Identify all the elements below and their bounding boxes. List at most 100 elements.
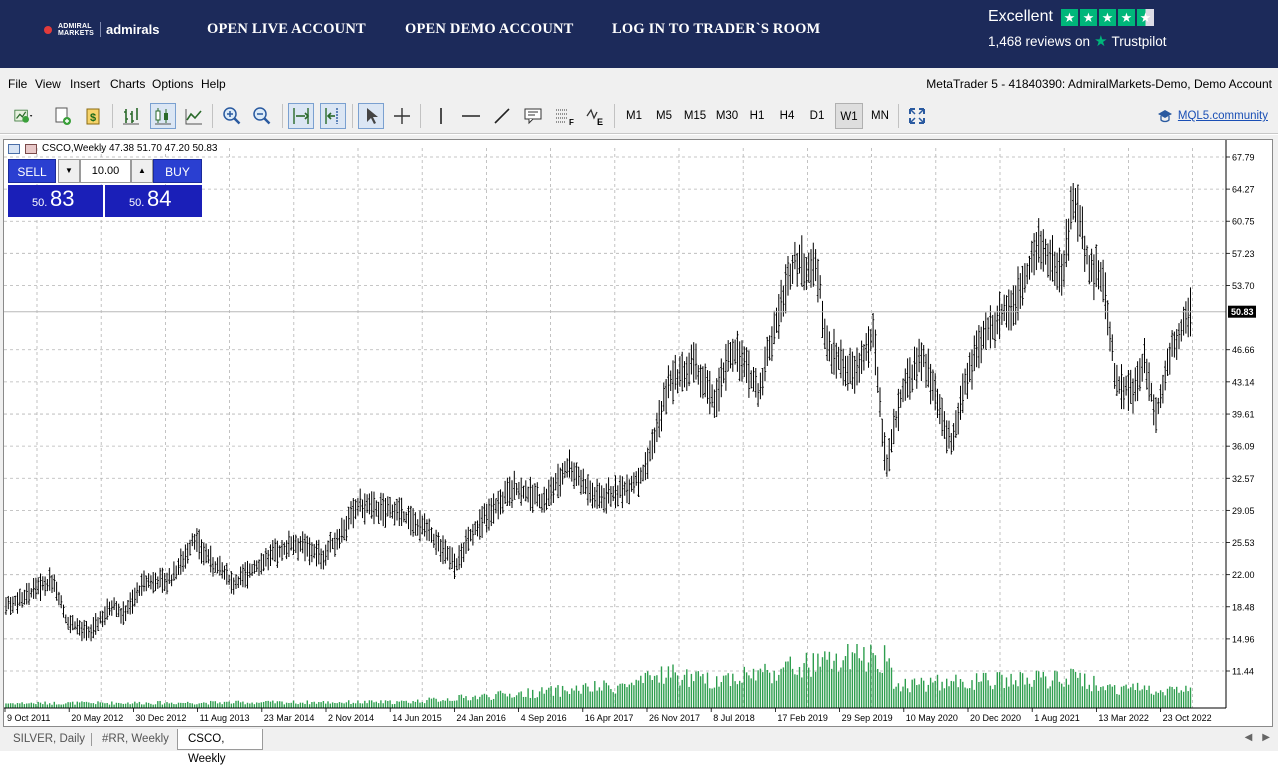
scroll-right-icon[interactable]: ▶ [1262,732,1270,743]
graduation-cap-icon [1157,110,1172,123]
chart-window: 67.79 64.27 60.75 57.23 53.70 46.66 43.14 39.61… [0,135,1278,729]
profiles-button[interactable] [50,103,76,129]
fibonacci-icon: F [556,109,574,126]
x-tick-label: 9 Oct 2011 [7,713,50,723]
y-tick-label: 43.14 [1232,377,1255,387]
y-tick-label: 29.05 [1232,506,1255,516]
candlestick-chart-button[interactable] [150,103,176,129]
x-tick-label: 26 Nov 2017 [649,713,700,723]
y-tick-label: 53.70 [1232,281,1255,291]
x-tick-label: 4 Sep 2016 [521,713,567,723]
y-tick-label: 36.09 [1232,442,1255,452]
timeframe-m30[interactable]: M30 [712,103,742,129]
menu-charts[interactable]: Charts [110,77,145,91]
auto-scroll-icon [293,108,310,124]
timeframe-h1[interactable]: H1 [744,103,770,129]
buy-button[interactable]: BUY [153,159,202,183]
menu-file[interactable]: File [8,77,27,91]
tab-rr-weekly[interactable]: #RR, Weekly [98,729,173,749]
volume-input[interactable]: 10.00 [80,159,131,183]
x-tick-label: 30 Dec 2012 [135,713,186,723]
x-tick-label: 13 Mar 2022 [1098,713,1149,723]
text-label-icon [524,108,542,125]
buy-price-small: 50. [129,197,145,209]
y-tick-label: 46.66 [1232,345,1255,355]
crosshair-tool-button[interactable] [389,103,415,129]
admirals-logo[interactable]: ADMIRAL MARKETS admirals [44,22,160,37]
x-tick-label: 16 Apr 2017 [585,713,634,723]
zoom-in-button[interactable] [219,103,245,129]
buy-price-button[interactable]: 50. 84 [105,185,202,217]
timeframe-h4[interactable]: H4 [774,103,800,129]
auto-scroll-button[interactable] [288,103,314,129]
open-demo-account-link[interactable]: OPEN DEMO ACCOUNT [405,21,574,38]
menu-options[interactable]: Options [152,77,193,91]
star-icon: ★ [1117,8,1135,26]
trustpilot-stars: ★ ★ ★ ★ ★ [1060,8,1154,26]
mql5-link-text: MQL5.community [1177,110,1268,122]
x-tick-label: 14 Jun 2015 [392,713,442,723]
account-info: MetaTrader 5 - 41840390: AdmiralMarkets-… [926,77,1272,91]
sell-price-button[interactable]: 50. 83 [8,185,103,217]
y-tick-label: 25.53 [1232,538,1255,548]
trustpilot-widget[interactable]: Excellent ★ ★ ★ ★ ★ 1,468 reviews on ★ T… [988,7,1178,50]
current-price-label: 50.83 [1231,307,1254,317]
timeframe-d1[interactable]: D1 [804,103,830,129]
trendline-button[interactable] [489,103,515,129]
timeframe-mn[interactable]: MN [866,103,894,129]
logo-brand: admirals [100,22,160,37]
x-tick-label: 17 Feb 2019 [777,713,828,723]
open-live-account-link[interactable]: OPEN LIVE ACCOUNT [207,21,366,38]
trustpilot-brand: Trustpilot [1111,33,1167,49]
menu-insert[interactable]: Insert [70,77,100,91]
text-label-button[interactable] [520,103,546,129]
tab-csco-weekly[interactable]: CSCO, Weekly [177,729,263,765]
candlestick-icon [155,108,171,125]
timeframe-m5[interactable]: M5 [650,103,678,129]
login-traders-room-link[interactable]: LOG IN TO TRADER`S ROOM [612,21,820,38]
toolbar-separator [212,104,213,128]
chart-shift-icon [325,108,338,124]
zoom-in-icon [223,107,241,125]
toolbar-separator [898,104,899,128]
market-watch-button[interactable]: $ [80,103,106,129]
new-chart-button[interactable] [6,103,42,129]
cursor-tool-button[interactable] [358,103,384,129]
toolbar-separator [112,104,113,128]
timeframe-w1[interactable]: W1 [835,103,863,129]
fibonacci-button[interactable]: F [551,103,577,129]
tab-silver-daily[interactable]: SILVER, Daily [9,729,89,749]
x-tick-label: 23 Mar 2014 [264,713,315,723]
price-chart-svg[interactable]: 67.79 64.27 60.75 57.23 53.70 46.66 43.14 39.61… [4,140,1272,726]
toolbar-separator [420,104,421,128]
line-chart-button[interactable] [181,103,207,129]
volume-increase-button[interactable]: ▲ [131,159,153,183]
zoom-out-button[interactable] [249,103,275,129]
toolbar: $ F E M1 M5 M15 M30 H1 H4 D1 W1 MN MQL5.… [0,98,1278,134]
chart-shift-button[interactable] [320,103,346,129]
horizontal-line-button[interactable] [458,103,484,129]
sell-button[interactable]: SELL [8,159,56,183]
chart-tabs-bar: SILVER, Daily #RR, Weekly CSCO, Weekly ◀… [0,729,1278,765]
mql5-community-link[interactable]: MQL5.community [1157,109,1268,123]
x-tick-label: 2 Nov 2014 [328,713,374,723]
chart-canvas[interactable]: 67.79 64.27 60.75 57.23 53.70 46.66 43.14 39.61… [3,139,1273,727]
menu-view[interactable]: View [35,77,61,91]
elliott-wave-button[interactable]: E [582,103,608,129]
y-tick-label: 14.96 [1232,634,1255,644]
timeframe-m1[interactable]: M1 [620,103,648,129]
trustpilot-reviews: 1,468 reviews on [988,33,1091,49]
toolbar-separator [614,104,615,128]
vertical-line-button[interactable] [428,103,454,129]
buy-price-big: 84 [147,186,172,211]
y-tick-label: 18.48 [1232,602,1255,612]
menu-help[interactable]: Help [201,77,226,91]
fullscreen-button[interactable] [904,103,930,129]
bar-chart-button[interactable] [118,103,144,129]
trustpilot-star-icon: ★ [1094,33,1108,50]
tab-scroll-buttons: ◀ ▶ [1245,732,1270,743]
scroll-left-icon[interactable]: ◀ [1245,732,1253,743]
volume-decrease-button[interactable]: ▼ [58,159,80,183]
timeframe-m15[interactable]: M15 [680,103,710,129]
elliott-wave-icon: E [586,108,603,126]
